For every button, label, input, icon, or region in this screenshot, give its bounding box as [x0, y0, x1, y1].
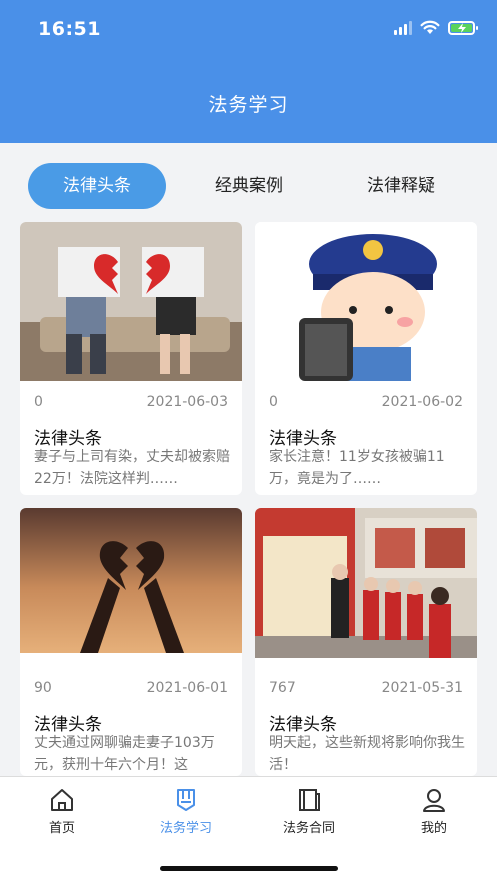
article-card[interactable]: 0 2021-06-02 法律头条 家长注意！11岁女孩被骗11万，竟是为了…… [255, 222, 477, 495]
signal-icon [394, 20, 412, 35]
nav-home-label: 首页 [48, 821, 75, 836]
status-time: 16:51 [38, 18, 101, 40]
article-date: 2021-06-03 [146, 394, 228, 410]
view-count: 0 [269, 394, 278, 410]
article-card[interactable]: 767 2021-05-31 法律头条 明天起，这些新规将影响你我生活！ [255, 508, 477, 776]
nav-legal-contract[interactable]: 法务合同 [254, 787, 364, 836]
article-meta: 767 2021-05-31 [269, 680, 463, 696]
tab-legal-headlines[interactable]: 法律头条 [28, 163, 166, 209]
article-date: 2021-06-01 [146, 680, 228, 696]
nav-legal-study-label: 法务学习 [159, 821, 212, 836]
nav-legal-study[interactable]: 法务学习 [131, 787, 241, 836]
document-icon [299, 789, 320, 811]
article-date: 2021-06-02 [381, 394, 463, 410]
battery-icon [448, 20, 478, 35]
nav-profile-label: 我的 [420, 821, 447, 836]
article-meta: 0 2021-06-03 [34, 394, 228, 410]
page-title: 法务学习 [208, 94, 289, 116]
book-icon [177, 789, 195, 811]
article-meta: 90 2021-06-01 [34, 680, 228, 696]
view-count: 767 [269, 680, 296, 696]
article-date: 2021-05-31 [381, 680, 463, 696]
article-summary: 妻子与上司有染，丈夫却被索赔22万！法院这样判…… [34, 449, 230, 487]
nav-legal-contract-label: 法务合同 [282, 821, 335, 836]
view-count: 0 [34, 394, 43, 410]
tab-classic-cases[interactable]: 经典案例 [180, 163, 318, 209]
article-card[interactable]: 90 2021-06-01 法律头条 丈夫通过网聊骗走妻子103万元，获刑十年六… [20, 508, 242, 776]
police-cartoon-image [255, 222, 477, 381]
tab-legal-qa[interactable]: 法律释疑 [332, 163, 470, 209]
home-icon [51, 789, 73, 811]
nav-home[interactable]: 首页 [7, 787, 117, 836]
couple-broken-heart-image [20, 222, 242, 381]
nav-profile[interactable]: 我的 [379, 787, 489, 836]
status-icons [394, 20, 478, 35]
article-summary: 丈夫通过网聊骗走妻子103万元，获刑十年六个月！这 [34, 735, 215, 773]
school-exhibition-image [255, 508, 477, 667]
article-card[interactable]: 0 2021-06-03 法律头条 妻子与上司有染，丈夫却被索赔22万！法院这样… [20, 222, 242, 495]
article-meta: 0 2021-06-02 [269, 394, 463, 410]
wifi-icon [420, 20, 440, 34]
home-indicator [160, 866, 338, 871]
category-tabs: 法律头条 经典案例 法律释疑 [0, 160, 497, 212]
header: 16:51 法务学习 [0, 0, 497, 143]
user-icon [423, 789, 445, 812]
broken-heart-hands-image [20, 508, 242, 667]
article-summary: 明天起，这些新规将影响你我生活！ [269, 735, 465, 773]
article-summary: 家长注意！11岁女孩被骗11万，竟是为了…… [269, 449, 445, 487]
view-count: 90 [34, 680, 52, 696]
